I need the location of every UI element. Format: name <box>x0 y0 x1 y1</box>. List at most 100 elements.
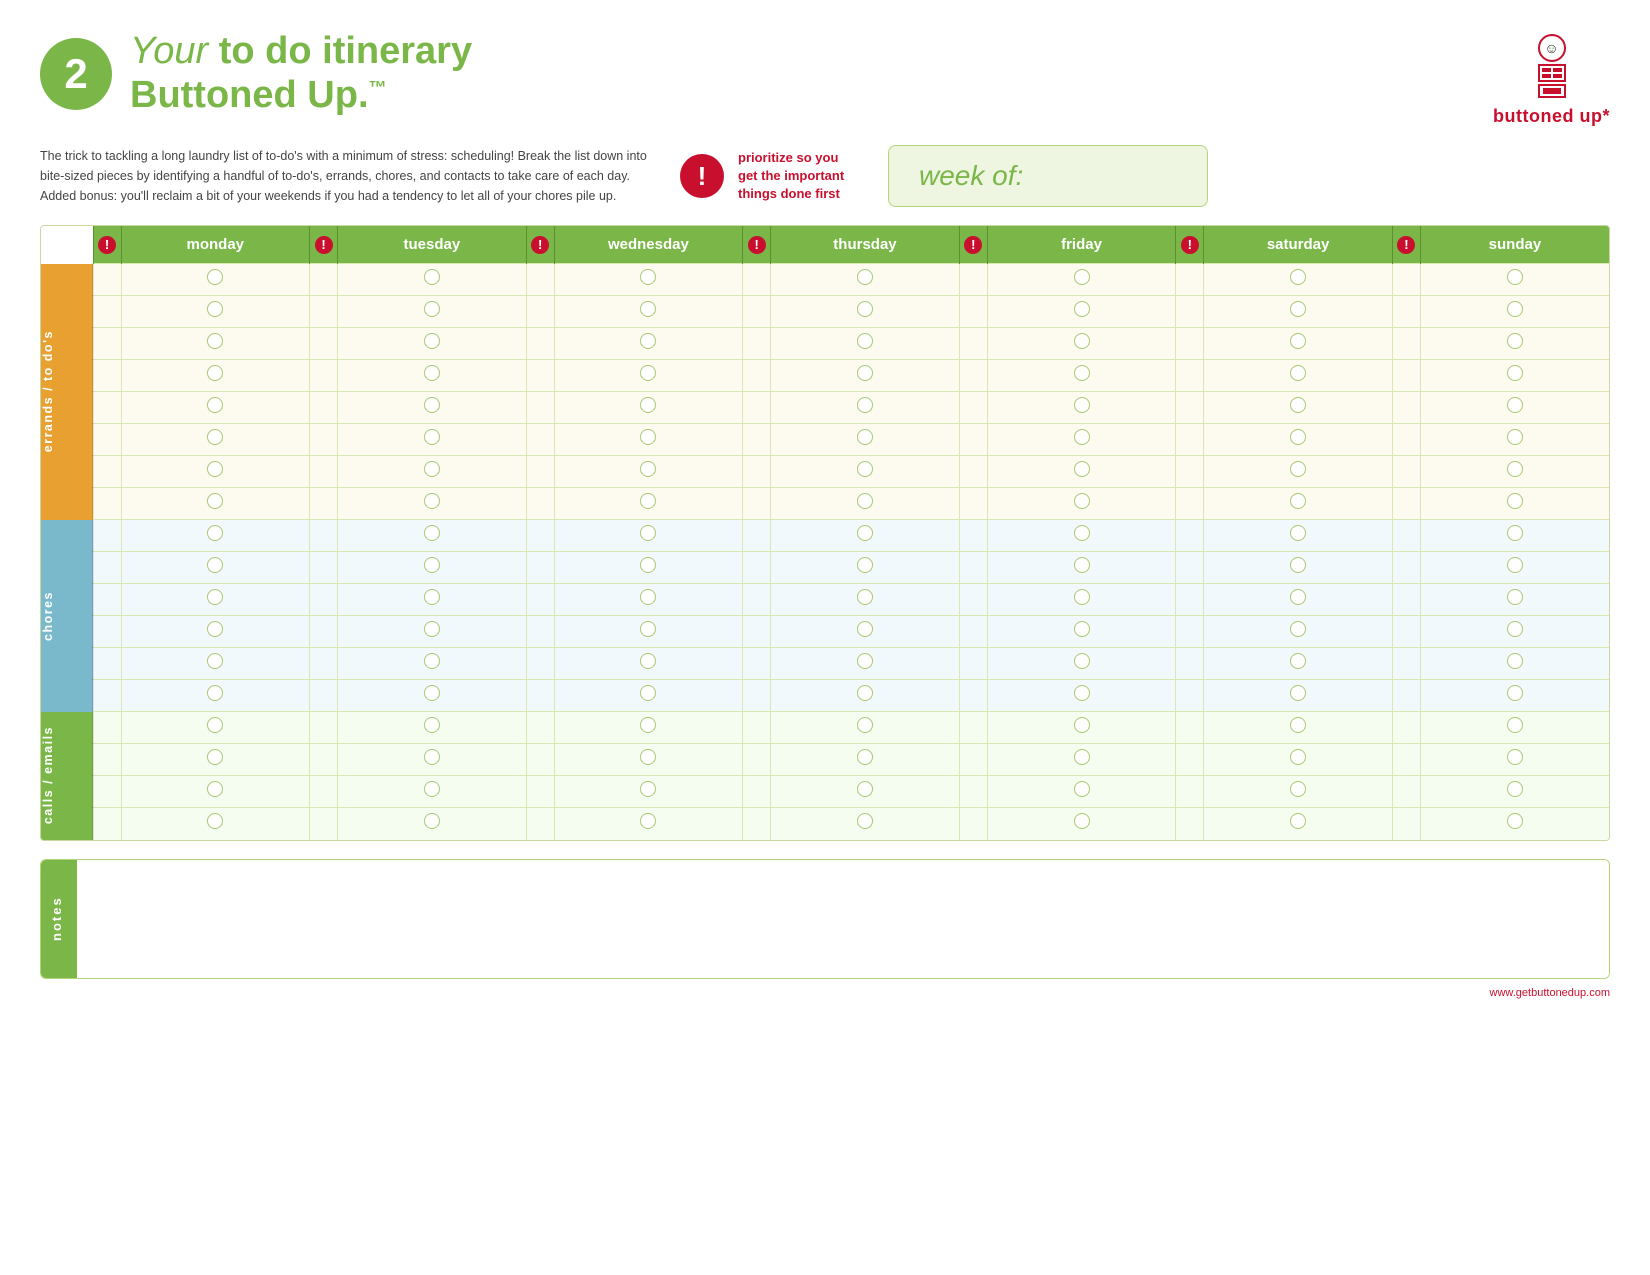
checkbox-circle[interactable] <box>1074 621 1090 637</box>
day-cell[interactable] <box>554 360 743 392</box>
day-cell[interactable] <box>1420 488 1609 520</box>
checkbox-circle[interactable] <box>207 589 223 605</box>
checkbox-circle[interactable] <box>1290 589 1306 605</box>
day-cell[interactable] <box>1420 680 1609 712</box>
priority-cell[interactable] <box>310 552 338 584</box>
day-cell[interactable] <box>771 520 960 552</box>
day-cell[interactable] <box>554 552 743 584</box>
day-cell[interactable] <box>554 328 743 360</box>
day-cell[interactable] <box>1420 744 1609 776</box>
checkbox-circle[interactable] <box>857 429 873 445</box>
day-cell[interactable] <box>1420 264 1609 296</box>
priority-cell[interactable] <box>959 296 987 328</box>
day-cell[interactable] <box>554 712 743 744</box>
day-cell[interactable] <box>987 584 1176 616</box>
day-cell[interactable] <box>771 424 960 456</box>
priority-cell[interactable] <box>526 488 554 520</box>
day-cell[interactable] <box>771 488 960 520</box>
checkbox-circle[interactable] <box>1290 429 1306 445</box>
priority-cell[interactable] <box>959 488 987 520</box>
priority-cell[interactable] <box>526 520 554 552</box>
priority-cell[interactable] <box>959 648 987 680</box>
checkbox-circle[interactable] <box>1507 333 1523 349</box>
priority-cell[interactable] <box>526 680 554 712</box>
day-cell[interactable] <box>987 328 1176 360</box>
day-cell[interactable] <box>771 360 960 392</box>
day-cell[interactable] <box>987 680 1176 712</box>
priority-cell[interactable] <box>959 552 987 584</box>
day-cell[interactable] <box>771 328 960 360</box>
priority-cell[interactable] <box>1392 808 1420 840</box>
priority-cell[interactable] <box>310 328 338 360</box>
priority-cell[interactable] <box>743 520 771 552</box>
priority-cell[interactable] <box>1392 264 1420 296</box>
checkbox-circle[interactable] <box>1507 717 1523 733</box>
checkbox-circle[interactable] <box>1074 781 1090 797</box>
priority-cell[interactable] <box>1176 680 1204 712</box>
checkbox-circle[interactable] <box>424 269 440 285</box>
checkbox-circle[interactable] <box>1507 653 1523 669</box>
day-cell[interactable] <box>771 744 960 776</box>
checkbox-circle[interactable] <box>207 493 223 509</box>
day-cell[interactable] <box>121 328 310 360</box>
day-cell[interactable] <box>554 424 743 456</box>
priority-cell[interactable] <box>959 392 987 424</box>
day-cell[interactable] <box>121 488 310 520</box>
checkbox-circle[interactable] <box>640 685 656 701</box>
priority-cell[interactable] <box>743 808 771 840</box>
priority-cell[interactable] <box>1392 488 1420 520</box>
priority-cell[interactable] <box>93 520 121 552</box>
day-cell[interactable] <box>987 360 1176 392</box>
checkbox-circle[interactable] <box>1074 301 1090 317</box>
day-cell[interactable] <box>771 808 960 840</box>
priority-cell[interactable] <box>1176 424 1204 456</box>
day-cell[interactable] <box>987 392 1176 424</box>
priority-cell[interactable] <box>93 296 121 328</box>
priority-cell[interactable] <box>526 712 554 744</box>
checkbox-circle[interactable] <box>207 461 223 477</box>
day-cell[interactable] <box>1420 808 1609 840</box>
checkbox-circle[interactable] <box>857 333 873 349</box>
day-cell[interactable] <box>121 424 310 456</box>
checkbox-circle[interactable] <box>1290 653 1306 669</box>
checkbox-circle[interactable] <box>1074 749 1090 765</box>
notes-content[interactable] <box>77 860 1609 978</box>
checkbox-circle[interactable] <box>1074 269 1090 285</box>
day-cell[interactable] <box>987 712 1176 744</box>
priority-cell[interactable] <box>1176 360 1204 392</box>
day-cell[interactable] <box>121 744 310 776</box>
priority-cell[interactable] <box>959 520 987 552</box>
day-cell[interactable] <box>1204 328 1393 360</box>
checkbox-circle[interactable] <box>1507 269 1523 285</box>
priority-cell[interactable] <box>93 808 121 840</box>
checkbox-circle[interactable] <box>207 525 223 541</box>
priority-cell[interactable] <box>959 456 987 488</box>
checkbox-circle[interactable] <box>857 557 873 573</box>
checkbox-circle[interactable] <box>857 365 873 381</box>
priority-cell[interactable] <box>959 360 987 392</box>
day-cell[interactable] <box>771 584 960 616</box>
priority-cell[interactable] <box>743 584 771 616</box>
priority-cell[interactable] <box>526 552 554 584</box>
checkbox-circle[interactable] <box>424 365 440 381</box>
priority-cell[interactable] <box>93 776 121 808</box>
day-cell[interactable] <box>987 616 1176 648</box>
checkbox-circle[interactable] <box>207 653 223 669</box>
priority-cell[interactable] <box>526 328 554 360</box>
checkbox-circle[interactable] <box>640 717 656 733</box>
priority-cell[interactable] <box>310 680 338 712</box>
priority-cell[interactable] <box>1176 744 1204 776</box>
checkbox-circle[interactable] <box>1290 557 1306 573</box>
priority-cell[interactable] <box>743 392 771 424</box>
priority-cell[interactable] <box>93 648 121 680</box>
day-cell[interactable] <box>338 392 527 424</box>
priority-cell[interactable] <box>1176 296 1204 328</box>
checkbox-circle[interactable] <box>857 525 873 541</box>
priority-cell[interactable] <box>526 776 554 808</box>
priority-cell[interactable] <box>310 744 338 776</box>
day-cell[interactable] <box>771 648 960 680</box>
priority-cell[interactable] <box>1392 456 1420 488</box>
priority-cell[interactable] <box>1392 744 1420 776</box>
day-cell[interactable] <box>1420 712 1609 744</box>
checkbox-circle[interactable] <box>1074 525 1090 541</box>
